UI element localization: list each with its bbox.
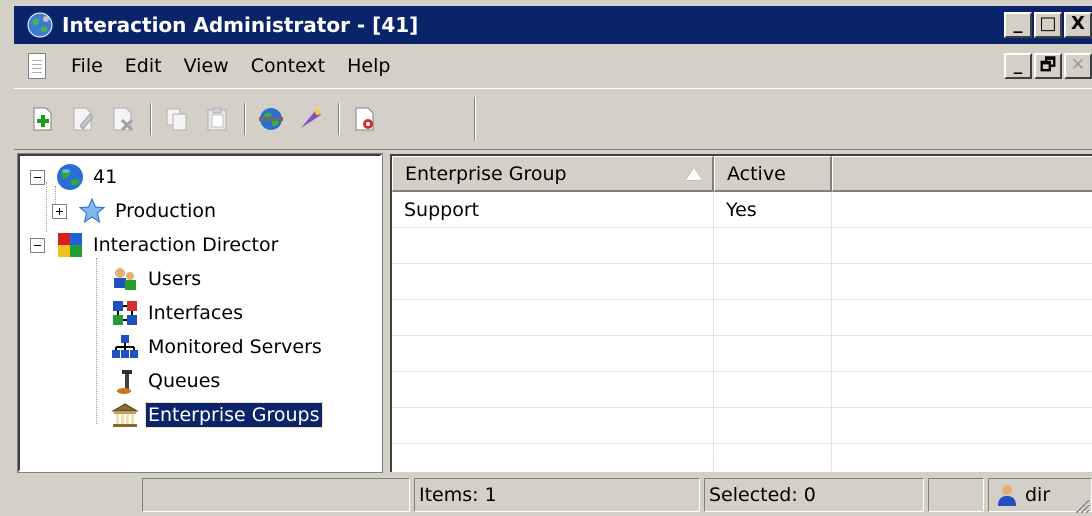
navigation-tree[interactable]: 41 Production Interaction Director Users… [17,153,383,473]
close-button[interactable]: X [1064,12,1092,38]
menu-file[interactable]: File [60,55,114,77]
interfaces-icon [110,298,140,328]
tree-node-queues[interactable]: Queues [110,364,222,398]
star-icon [77,196,107,226]
building-icon [110,400,140,430]
tree-label-queues: Queues [148,370,221,392]
table-row-empty [392,336,1092,372]
pane-splitter[interactable] [384,154,389,472]
properties-icon[interactable] [346,101,384,137]
toolbar-separator [150,103,152,135]
tree-label-monitored-servers: Monitored Servers [148,336,322,358]
tree-label-enterprise-groups: Enterprise Groups [145,402,323,428]
child-restore-button[interactable]: 🗗 [1034,53,1062,79]
tree-node-root[interactable]: 41 [30,160,119,194]
servers-icon [110,332,140,362]
tree-label-interfaces: Interfaces [148,302,243,324]
column-title: Active [727,162,786,185]
tree-node-interfaces[interactable]: Interfaces [110,296,245,330]
toolbar-separator [244,103,246,135]
list-body: Support Yes [392,192,1092,472]
column-title: Enterprise Group [405,162,567,185]
connect-icon[interactable] [252,101,290,137]
tree-node-production[interactable]: Production [52,194,218,228]
tree-label-interaction-director: Interaction Director [93,234,279,256]
globe-icon [55,162,85,192]
toolbar-end-separator [474,97,476,141]
wizard-icon[interactable] [292,101,330,137]
status-user-name: dir [1025,484,1051,506]
expand-toggle[interactable] [52,203,67,219]
column-header-active[interactable]: Active [714,156,832,192]
column-header-empty[interactable] [832,156,1092,192]
paste-icon[interactable] [198,101,236,137]
table-row[interactable]: Support Yes [392,192,1092,228]
cell-empty [832,192,1092,227]
collapse-toggle[interactable] [30,237,45,253]
title-bar[interactable]: Interaction Administrator - [41] _ □ X [14,6,1092,44]
user-icon [998,485,1016,506]
menu-help[interactable]: Help [336,55,401,77]
table-row-empty [392,444,1092,472]
document-icon[interactable] [28,53,46,79]
cell-active: Yes [714,192,832,227]
tree-node-interaction-director[interactable]: Interaction Director [30,228,280,262]
cell-enterprise-group: Support [392,192,714,227]
maximize-button[interactable]: □ [1034,12,1062,38]
table-row-empty [392,228,1092,264]
tree-node-monitored-servers[interactable]: Monitored Servers [110,330,324,364]
toolbar [14,88,1092,150]
users-icon [110,264,140,294]
status-selected-count: Selected: 0 [704,478,924,512]
table-row-empty [392,372,1092,408]
tree-label-users: Users [148,268,202,290]
edit-icon[interactable] [64,101,102,137]
app-globe-icon [26,11,54,39]
menu-edit[interactable]: Edit [114,55,173,77]
status-panel-blank [142,478,410,512]
tree-node-users[interactable]: Users [110,262,203,296]
tree-label-root: 41 [93,166,118,188]
child-close-button[interactable]: ✕ [1064,53,1092,79]
tree-node-enterprise-groups[interactable]: Enterprise Groups [110,398,323,432]
window-title: Interaction Administrator - [41] [62,13,419,37]
table-row-empty [392,264,1092,300]
table-row-empty [392,408,1092,444]
main-window: Interaction Administrator - [41] _ □ X F… [14,6,1092,514]
list-header: Enterprise Group Active [392,156,1092,192]
collapse-toggle[interactable] [30,169,45,185]
status-panel-blank-2 [928,478,984,512]
toolbar-separator [338,103,340,135]
sort-ascending-icon [686,168,702,180]
child-minimize-button[interactable]: _ [1004,53,1032,79]
copy-icon[interactable] [158,101,196,137]
puzzle-icon [55,230,85,260]
menu-context[interactable]: Context [240,55,336,77]
menu-bar: File Edit View Context Help _ 🗗 ✕ [14,48,1092,84]
column-header-enterprise-group[interactable]: Enterprise Group [392,156,714,192]
tree-label-production: Production [115,200,217,222]
menu-view[interactable]: View [173,55,240,77]
minimize-button[interactable]: _ [1004,12,1032,38]
queue-icon [110,366,140,396]
add-icon[interactable] [24,101,62,137]
resize-grip-icon[interactable] [1070,494,1090,514]
delete-icon[interactable] [104,101,142,137]
status-items-count: Items: 1 [414,478,700,512]
enterprise-groups-list[interactable]: Enterprise Group Active Support Yes [390,154,1092,472]
table-row-empty [392,300,1092,336]
